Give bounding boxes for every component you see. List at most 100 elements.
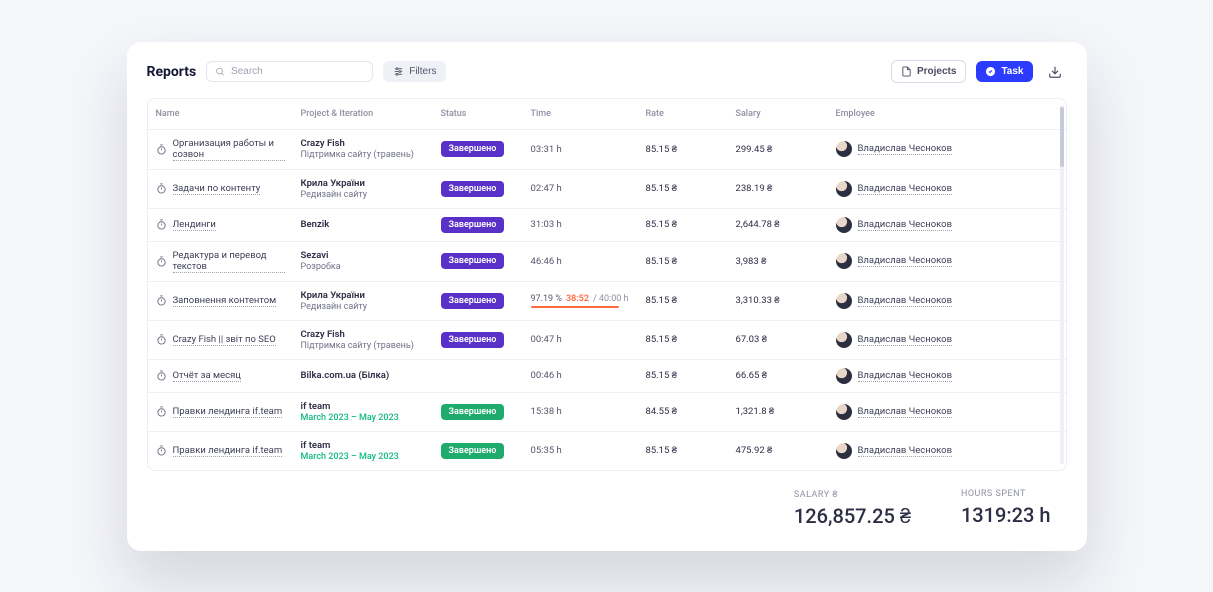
table-row[interactable]: Правки лендинга if.teamif teamMarch 2023… xyxy=(148,431,1066,470)
employee-link[interactable]: Владислав Чесноков xyxy=(858,406,953,418)
task-name-link[interactable]: Правки лендинга if.team xyxy=(173,445,283,457)
status-badge: Завершено xyxy=(441,443,505,459)
status-badge: Завершено xyxy=(441,332,505,348)
rate-value: 85.15 ₴ xyxy=(646,256,678,267)
task-name-link[interactable]: Отчёт за месяц xyxy=(173,370,241,382)
task-name-link[interactable]: Редактура и перевод текстов xyxy=(173,250,285,273)
topbar: Reports Filters Projects Task xyxy=(147,60,1067,84)
rate-value: 85.15 ₴ xyxy=(646,219,678,230)
avatar xyxy=(836,404,852,420)
project-name: Sezavi xyxy=(301,250,425,261)
status-badge: Завершено xyxy=(441,404,505,420)
stopwatch-icon xyxy=(156,183,167,194)
stopwatch-icon xyxy=(156,334,167,345)
summary-salary-label: SALARY ₴ xyxy=(794,489,911,500)
project-name: Крила України xyxy=(301,290,425,301)
reports-card: Reports Filters Projects Task xyxy=(127,42,1087,551)
table-row[interactable]: Задачи по контенту Крила УкраїниРедизайн … xyxy=(148,169,1066,208)
salary-value: 3,310.33 ₴ xyxy=(736,295,780,306)
table-row[interactable]: Редактура и перевод текстов SezaviРозробк… xyxy=(148,241,1066,281)
employee-link[interactable]: Владислав Чесноков xyxy=(858,370,953,382)
project-name: if team xyxy=(301,440,425,451)
sliders-icon xyxy=(393,66,404,77)
employee-link[interactable]: Владислав Чесноков xyxy=(858,219,953,231)
employee-link[interactable]: Владислав Чесноков xyxy=(858,255,953,267)
avatar xyxy=(836,181,852,197)
table-row[interactable]: Заповнення контентом Крила УкраїниРедизай… xyxy=(148,281,1066,320)
table-row[interactable]: Отчёт за месяцBilka.com.ua (Білка)00:46 … xyxy=(148,359,1066,392)
col-name-header[interactable]: Name xyxy=(148,99,293,130)
search-icon xyxy=(215,66,225,77)
search-box[interactable] xyxy=(206,61,373,82)
task-name-link[interactable]: Crazy Fish || звіт по SEO xyxy=(173,334,276,346)
employee-link[interactable]: Владислав Чесноков xyxy=(858,183,953,195)
rate-value: 84.55 ₴ xyxy=(646,406,678,417)
table-row[interactable]: ЛендингиBenzikЗавершено31:03 h85.15 ₴2,6… xyxy=(148,208,1066,241)
project-name: Крила України xyxy=(301,178,425,189)
task-name-link[interactable]: Лендинги xyxy=(173,219,216,231)
task-button[interactable]: Task xyxy=(976,61,1032,82)
stopwatch-icon xyxy=(156,256,167,267)
rate-value: 85.15 ₴ xyxy=(646,370,678,381)
salary-value: 3,983 ₴ xyxy=(736,256,767,267)
employee-link[interactable]: Владислав Чесноков xyxy=(858,143,953,155)
time-value: 46:46 h xyxy=(531,256,562,267)
rate-value: 85.15 ₴ xyxy=(646,334,678,345)
task-name-link[interactable]: Правки лендинга if.team xyxy=(173,406,283,418)
download-icon xyxy=(1048,65,1062,79)
stopwatch-icon xyxy=(156,370,167,381)
iteration-name: Підтримка сайту (травень) xyxy=(301,341,425,351)
employee-link[interactable]: Владислав Чесноков xyxy=(858,445,953,457)
iteration-name: Розробка xyxy=(301,262,425,272)
summary-hours-value: 1319:23 h xyxy=(961,503,1051,527)
time-value: 00:46 h xyxy=(531,370,562,381)
iteration-name: Підтримка сайту (травень) xyxy=(301,150,425,160)
status-badge: Завершено xyxy=(441,141,505,157)
table-row[interactable]: Crazy Fish || звіт по SEOCrazy FishПідтр… xyxy=(148,320,1066,359)
progress-bar xyxy=(531,306,619,308)
avatar xyxy=(836,217,852,233)
table-row[interactable]: Правки лендинга if.teamif teamMarch 2023… xyxy=(148,392,1066,431)
salary-value: 1,321.8 ₴ xyxy=(736,406,775,417)
col-status-header[interactable]: Status xyxy=(433,99,523,130)
salary-value: 67.03 ₴ xyxy=(736,334,768,345)
stopwatch-icon xyxy=(156,219,167,230)
task-name-link[interactable]: Заповнення контентом xyxy=(173,295,277,307)
iteration-name: Редизайн сайту xyxy=(301,190,425,200)
col-project-header[interactable]: Project & Iteration xyxy=(293,99,433,130)
col-salary-header[interactable]: Salary xyxy=(728,99,828,130)
summary-salary-value: 126,857.25 ₴ xyxy=(794,504,911,529)
col-employee-header[interactable]: Employee xyxy=(828,99,1066,130)
col-rate-header[interactable]: Rate xyxy=(638,99,728,130)
rate-value: 85.15 ₴ xyxy=(646,295,678,306)
salary-value: 238.19 ₴ xyxy=(736,183,773,194)
col-time-header[interactable]: Time xyxy=(523,99,638,130)
iteration-name: March 2023 – May 2023 xyxy=(301,413,425,423)
employee-link[interactable]: Владислав Чесноков xyxy=(858,334,953,346)
salary-value: 299.45 ₴ xyxy=(736,144,773,155)
rate-value: 85.15 ₴ xyxy=(646,445,678,456)
task-name-link[interactable]: Организация работы и созвон xyxy=(173,138,285,161)
filters-label: Filters xyxy=(409,66,436,77)
search-input[interactable] xyxy=(231,66,364,77)
task-name-link[interactable]: Задачи по контенту xyxy=(173,183,261,195)
avatar xyxy=(836,443,852,459)
stopwatch-icon xyxy=(156,295,167,306)
status-badge: Завершено xyxy=(441,181,505,197)
time-value: 05:35 h xyxy=(531,445,562,456)
filters-button[interactable]: Filters xyxy=(383,61,446,82)
employee-link[interactable]: Владислав Чесноков xyxy=(858,295,953,307)
vertical-scrollbar[interactable] xyxy=(1060,105,1064,464)
time-spent: 38:52 xyxy=(566,294,589,304)
project-name: Crazy Fish xyxy=(301,138,425,149)
iteration-name: Редизайн сайту xyxy=(301,302,425,312)
projects-button[interactable]: Projects xyxy=(891,60,966,83)
rate-value: 85.15 ₴ xyxy=(646,144,678,155)
stopwatch-icon xyxy=(156,144,167,155)
salary-value: 66.65 ₴ xyxy=(736,370,768,381)
document-icon xyxy=(901,66,912,77)
table-row[interactable]: Организация работы и созвон Crazy FishПід… xyxy=(148,129,1066,169)
download-button[interactable] xyxy=(1043,60,1067,84)
page-title: Reports xyxy=(147,64,197,80)
salary-value: 475.92 ₴ xyxy=(736,445,773,456)
